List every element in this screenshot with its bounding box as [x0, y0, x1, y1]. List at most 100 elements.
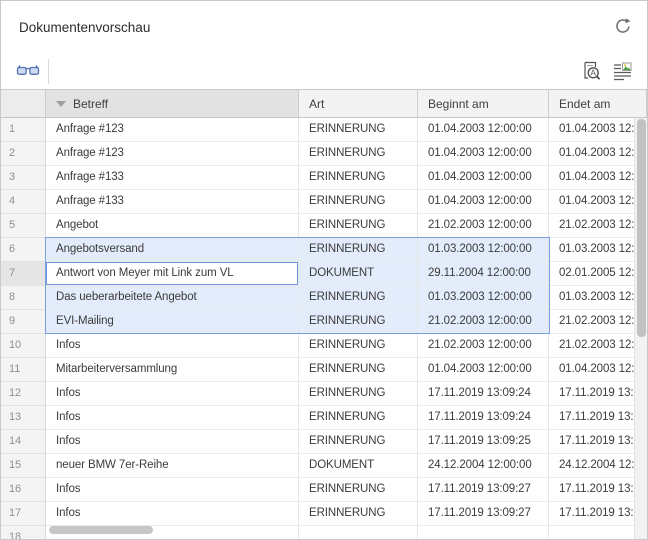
row-number[interactable]: 8	[1, 286, 46, 310]
cell-betreff[interactable]: Angebot	[46, 214, 299, 238]
cell-beginnt[interactable]: 21.02.2003 12:00:00	[418, 214, 549, 238]
cell-betreff[interactable]: Das ueberarbeitete Angebot	[46, 286, 299, 310]
cell-beginnt[interactable]: 17.11.2019 13:09:25	[418, 430, 549, 454]
cell-endet[interactable]: 21.02.2003 12:00:00	[549, 310, 647, 334]
cell-beginnt[interactable]: 17.11.2019 13:09:27	[418, 478, 549, 502]
cell-art[interactable]: DOKUMENT	[299, 262, 418, 286]
cell-beginnt[interactable]: 01.03.2003 12:00:00	[418, 238, 549, 262]
cell-betreff[interactable]: Infos	[46, 334, 299, 358]
cell-betreff[interactable]: Infos	[46, 382, 299, 406]
cell-art[interactable]: ERINNERUNG	[299, 358, 418, 382]
cell-art[interactable]: ERINNERUNG	[299, 406, 418, 430]
cell-betreff[interactable]: neuer BMW 7er-Reihe	[46, 454, 299, 478]
cell-endet[interactable]: 21.02.2003 12:00:00	[549, 214, 647, 238]
cell-beginnt[interactable]: 17.11.2019 13:09:27	[418, 502, 549, 526]
cell-art[interactable]: ERINNERUNG	[299, 142, 418, 166]
cell-beginnt[interactable]: 01.04.2003 12:00:00	[418, 142, 549, 166]
row-number[interactable]: 13	[1, 406, 46, 430]
row-number[interactable]: 12	[1, 382, 46, 406]
cell-art[interactable]: ERINNERUNG	[299, 118, 418, 142]
cell-art[interactable]: ERINNERUNG	[299, 238, 418, 262]
cell-betreff[interactable]: Mitarbeiterversammlung	[46, 358, 299, 382]
cell-endet[interactable]: 01.03.2003 12:00:00	[549, 286, 647, 310]
cell-art[interactable]	[299, 526, 418, 539]
cell-art[interactable]: ERINNERUNG	[299, 190, 418, 214]
row-number[interactable]: 18	[1, 526, 46, 539]
cell-art[interactable]: ERINNERUNG	[299, 382, 418, 406]
cell-betreff[interactable]: EVI-Mailing	[46, 310, 299, 334]
row-number[interactable]: 17	[1, 502, 46, 526]
row-number[interactable]: 2	[1, 142, 46, 166]
cell-beginnt[interactable]: 01.04.2003 12:00:00	[418, 358, 549, 382]
horizontal-scrollbar-thumb[interactable]	[49, 526, 153, 534]
cell-art[interactable]: ERINNERUNG	[299, 310, 418, 334]
cell-endet[interactable]: 17.11.2019 13:09:24	[549, 406, 647, 430]
column-header-endet[interactable]: Endet am	[549, 90, 647, 118]
cell-beginnt[interactable]: 01.04.2003 12:00:00	[418, 118, 549, 142]
cell-art[interactable]: ERINNERUNG	[299, 430, 418, 454]
vertical-scrollbar[interactable]	[634, 118, 647, 539]
cell-betreff[interactable]: Anfrage #123	[46, 142, 299, 166]
cell-art[interactable]: ERINNERUNG	[299, 502, 418, 526]
cell-art[interactable]: ERINNERUNG	[299, 334, 418, 358]
cell-endet[interactable]: 24.12.2004 12:00:00	[549, 454, 647, 478]
cell-betreff[interactable]: Anfrage #133	[46, 166, 299, 190]
cell-beginnt[interactable]: 24.12.2004 12:00:00	[418, 454, 549, 478]
cell-art[interactable]: ERINNERUNG	[299, 214, 418, 238]
cell-betreff[interactable]: Infos	[46, 430, 299, 454]
row-number[interactable]: 9	[1, 310, 46, 334]
cell-endet[interactable]: 17.11.2019 13:09:25	[549, 430, 647, 454]
cell-art[interactable]: ERINNERUNG	[299, 478, 418, 502]
cell-endet[interactable]: 21.02.2003 12:00:00	[549, 334, 647, 358]
refresh-button[interactable]	[613, 16, 633, 36]
row-number[interactable]: 10	[1, 334, 46, 358]
cell-beginnt[interactable]: 21.02.2003 12:00:00	[418, 334, 549, 358]
reading-mode-button[interactable]	[15, 61, 41, 79]
row-number[interactable]: 16	[1, 478, 46, 502]
row-number[interactable]: 6	[1, 238, 46, 262]
cell-betreff[interactable]: Infos	[46, 406, 299, 430]
cell-beginnt[interactable]: 17.11.2019 13:09:24	[418, 406, 549, 430]
cell-betreff[interactable]: Infos	[46, 502, 299, 526]
cell-art[interactable]: ERINNERUNG	[299, 286, 418, 310]
cell-betreff[interactable]: Angebotsversand	[46, 238, 299, 262]
cell-betreff[interactable]: Anfrage #133	[46, 190, 299, 214]
cell-beginnt[interactable]: 01.03.2003 12:00:00	[418, 286, 549, 310]
cell-betreff[interactable]: Infos	[46, 478, 299, 502]
cell-betreff[interactable]: Antwort von Meyer mit Link zum VL	[46, 262, 299, 286]
cell-beginnt[interactable]: 29.11.2004 12:00:00	[418, 262, 549, 286]
cell-endet[interactable]: 01.04.2003 12:00:00	[549, 190, 647, 214]
row-number[interactable]: 1	[1, 118, 46, 142]
cell-endet[interactable]: 02.01.2005 12:00:00	[549, 262, 647, 286]
preview-search-button[interactable]: A	[581, 61, 602, 82]
row-number[interactable]: 4	[1, 190, 46, 214]
cell-art[interactable]: DOKUMENT	[299, 454, 418, 478]
cell-endet[interactable]: 01.04.2003 12:00:00	[549, 358, 647, 382]
column-header-betreff[interactable]: Betreff	[46, 90, 299, 118]
cell-beginnt[interactable]: 01.04.2003 12:00:00	[418, 166, 549, 190]
cell-art[interactable]: ERINNERUNG	[299, 166, 418, 190]
cell-beginnt[interactable]: 17.11.2019 13:09:24	[418, 382, 549, 406]
row-number[interactable]: 11	[1, 358, 46, 382]
show-image-button[interactable]	[612, 61, 633, 82]
row-number[interactable]: 15	[1, 454, 46, 478]
cell-endet[interactable]: 01.04.2003 12:00:00	[549, 118, 647, 142]
cell-beginnt[interactable]	[418, 526, 549, 539]
row-number[interactable]: 5	[1, 214, 46, 238]
row-number[interactable]: 3	[1, 166, 46, 190]
cell-endet[interactable]: 17.11.2019 13:09:27	[549, 502, 647, 526]
cell-endet[interactable]: 17.11.2019 13:09:24	[549, 382, 647, 406]
row-number[interactable]: 14	[1, 430, 46, 454]
cell-beginnt[interactable]: 01.04.2003 12:00:00	[418, 190, 549, 214]
column-header-art[interactable]: Art	[299, 90, 418, 118]
cell-betreff[interactable]: Anfrage #123	[46, 118, 299, 142]
cell-beginnt[interactable]: 21.02.2003 12:00:00	[418, 310, 549, 334]
cell-endet[interactable]: 01.03.2003 12:00:00	[549, 238, 647, 262]
row-number[interactable]: 7	[1, 262, 46, 286]
vertical-scrollbar-thumb[interactable]	[637, 119, 646, 337]
cell-endet[interactable]: 01.04.2003 12:00:00	[549, 142, 647, 166]
cell-endet[interactable]	[549, 526, 647, 539]
row-indicator-header[interactable]	[1, 90, 46, 118]
cell-endet[interactable]: 01.04.2003 12:00:00	[549, 166, 647, 190]
cell-endet[interactable]: 17.11.2019 13:09:27	[549, 478, 647, 502]
